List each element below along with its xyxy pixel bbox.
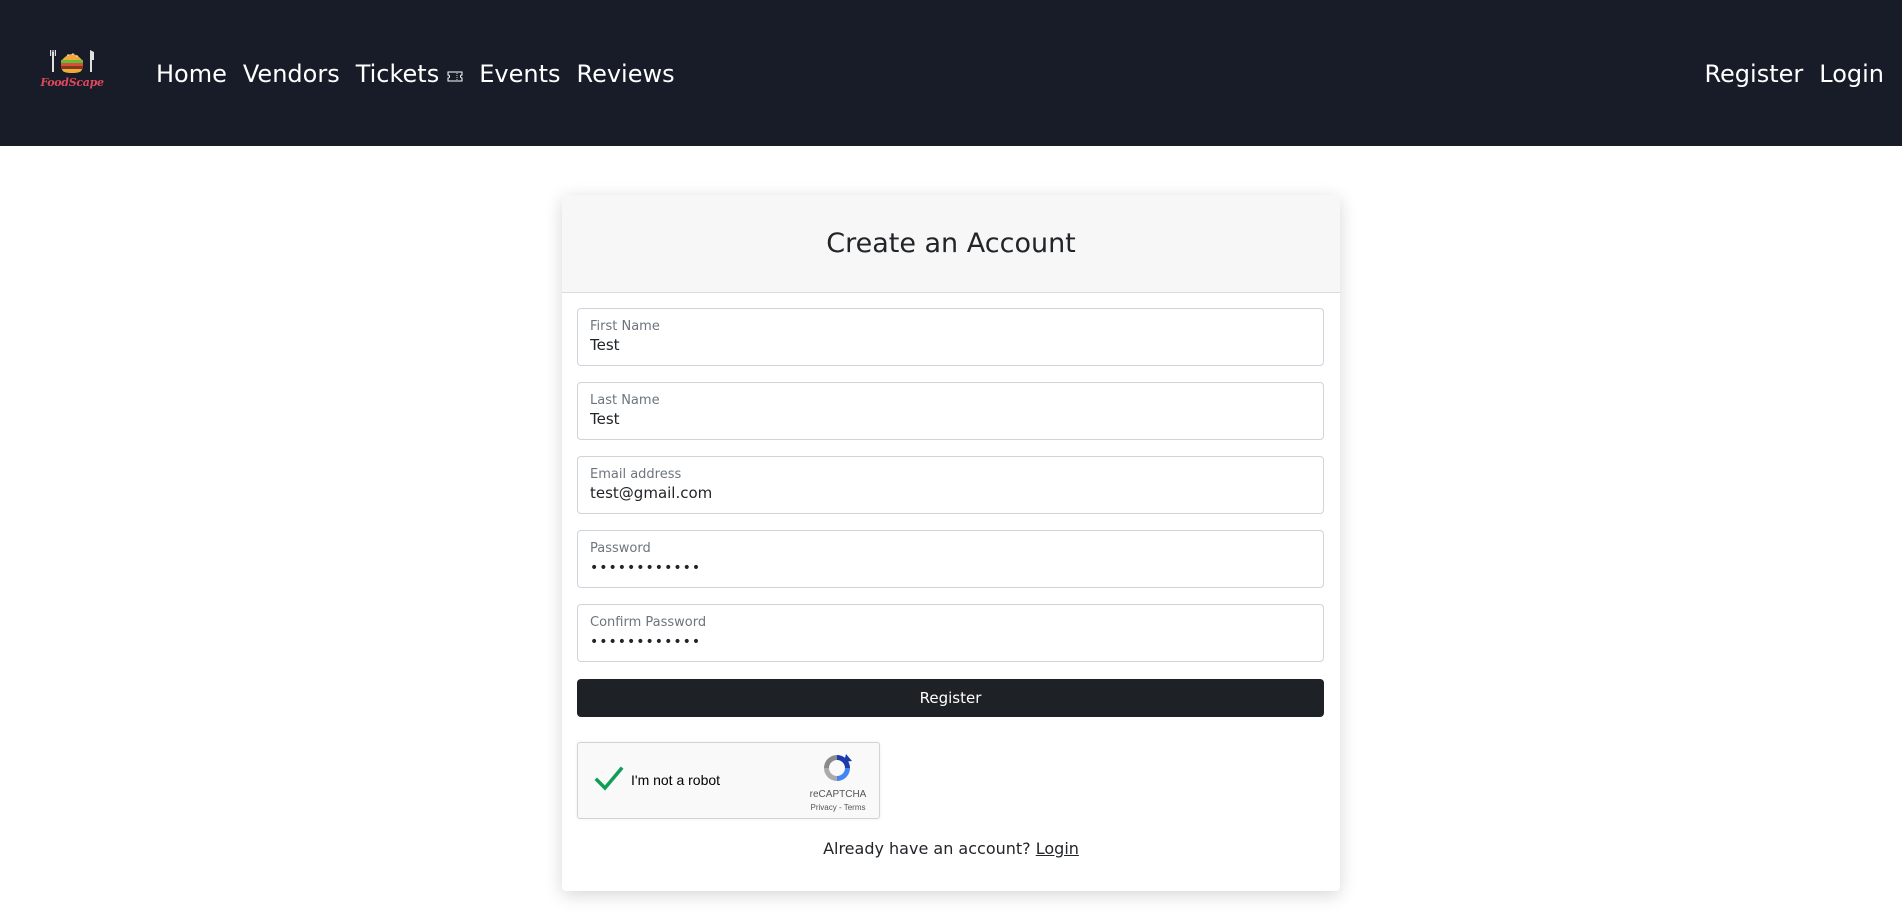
confirm-password-label: Confirm Password xyxy=(590,615,707,630)
last-name-label: Last Name xyxy=(590,393,660,408)
email-field[interactable]: Email address xyxy=(577,456,1324,514)
nav-tickets-link[interactable]: Tickets xyxy=(356,60,464,88)
login-link[interactable]: Login xyxy=(1036,839,1079,858)
recaptcha-privacy-terms[interactable]: Privacy - Terms xyxy=(798,803,878,812)
login-prompt: Already have an account? Login xyxy=(577,839,1325,858)
nav-register-link[interactable]: Register xyxy=(1704,60,1803,88)
first-name-field[interactable]: First Name xyxy=(577,308,1324,366)
primary-nav: Home Vendors Tickets Events Reviews xyxy=(148,56,683,92)
nav-home-link[interactable]: Home xyxy=(156,60,227,88)
checkmark-icon[interactable] xyxy=(594,765,624,793)
recaptcha-label: I'm not a robot xyxy=(631,772,721,788)
brand-name: FoodScape xyxy=(40,76,104,89)
navbar: FoodScape Home Vendors Tickets Events Re… xyxy=(0,0,1902,146)
login-prompt-text: Already have an account? xyxy=(823,839,1031,858)
nav-events-link[interactable]: Events xyxy=(479,60,560,88)
register-form: First Name Last Name Email address Passw… xyxy=(562,293,1340,858)
password-input[interactable] xyxy=(590,560,1310,576)
nav-login-link[interactable]: Login xyxy=(1819,60,1884,88)
confirm-password-input[interactable] xyxy=(590,634,1310,650)
email-label: Email address xyxy=(590,467,682,482)
password-field[interactable]: Password xyxy=(577,530,1324,588)
last-name-field[interactable]: Last Name xyxy=(577,382,1324,440)
auth-nav: Register Login xyxy=(1696,56,1892,92)
recaptcha-widget: I'm not a robot reCAPTCHA Privacy - Term… xyxy=(577,742,880,819)
recaptcha-logo-icon xyxy=(824,754,852,781)
ticket-icon xyxy=(447,71,463,81)
recaptcha-brand: reCAPTCHA xyxy=(809,789,867,800)
card-header: Create an Account xyxy=(562,195,1340,293)
last-name-input[interactable] xyxy=(590,410,1310,428)
email-input[interactable] xyxy=(590,484,1310,502)
nav-reviews-link[interactable]: Reviews xyxy=(576,60,674,88)
password-label: Password xyxy=(590,541,651,556)
first-name-label: First Name xyxy=(590,319,660,334)
brand-logo[interactable]: FoodScape xyxy=(40,46,104,94)
confirm-password-field[interactable]: Confirm Password xyxy=(577,604,1324,662)
page-title: Create an Account xyxy=(826,228,1076,259)
first-name-input[interactable] xyxy=(590,336,1310,354)
burger-logo-icon xyxy=(50,50,94,73)
register-card: Create an Account First Name Last Name E… xyxy=(562,195,1340,891)
nav-vendors-link[interactable]: Vendors xyxy=(243,60,340,88)
nav-tickets-label: Tickets xyxy=(355,60,440,88)
register-button[interactable]: Register xyxy=(577,679,1324,717)
